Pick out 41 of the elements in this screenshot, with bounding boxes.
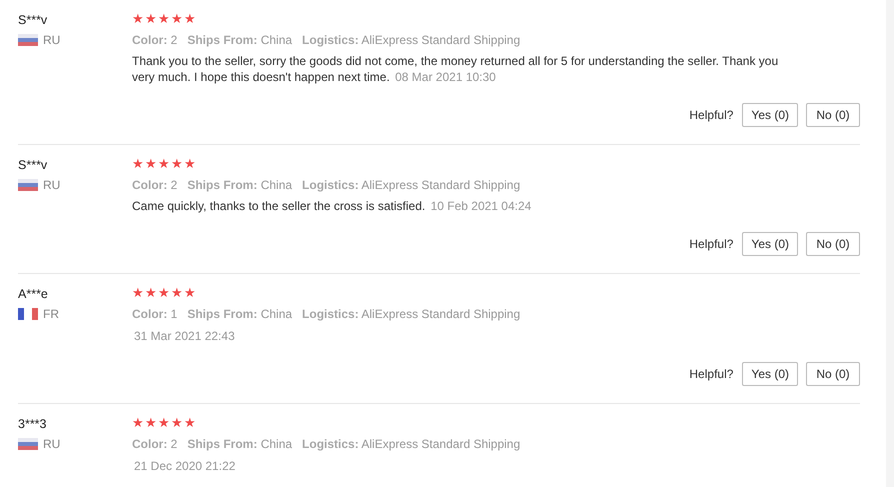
yes-button[interactable]: Yes (0) — [742, 362, 798, 386]
helpful-label: Helpful? — [689, 237, 734, 251]
country-code: RU — [43, 437, 60, 451]
flag-icon — [18, 34, 38, 46]
product-attribute: Ships From: China — [187, 177, 292, 193]
country-code: RU — [43, 33, 60, 47]
product-attribute: Logistics: AliExpress Standard Shipping — [302, 32, 520, 48]
no-button[interactable]: No (0) — [806, 362, 860, 386]
review-date: 21 Dec 2020 21:22 — [134, 458, 236, 474]
star-rating: ★★★★★ — [132, 415, 196, 431]
product-attribute: Color: 2 — [132, 177, 178, 193]
no-button[interactable]: No (0) — [806, 103, 860, 127]
no-button[interactable]: No (0) — [806, 232, 860, 256]
product-attribute: Logistics: AliExpress Standard Shipping — [302, 177, 520, 193]
product-attribute: Color: 1 — [132, 306, 178, 322]
user-name: 3***3 — [18, 416, 48, 432]
star-rating: ★★★★★ — [132, 285, 196, 301]
user-name: A***e — [18, 286, 49, 302]
review-text: Came quickly, thanks to the seller the cross is satisfied. 10 Feb 2021 04:24 — [132, 198, 532, 214]
flag-icon — [18, 438, 38, 450]
product-attribute: Logistics: AliExpress Standard Shipping — [302, 306, 520, 322]
star-rating: ★★★★★ — [132, 156, 196, 172]
flag-icon — [18, 308, 38, 320]
helpful-label: Helpful? — [689, 108, 734, 122]
yes-button[interactable]: Yes (0) — [742, 103, 798, 127]
product-attribute: Ships From: China — [187, 436, 292, 452]
product-attribute: Logistics: AliExpress Standard Shipping — [302, 436, 520, 452]
product-attribute: Color: 2 — [132, 32, 178, 48]
yes-button[interactable]: Yes (0) — [742, 232, 798, 256]
product-attribute: Ships From: China — [187, 306, 292, 322]
review-date: 31 Mar 2021 22:43 — [134, 328, 236, 344]
user-name: S***v — [18, 12, 48, 28]
product-attribute: Color: 2 — [132, 436, 178, 452]
product-attribute: Ships From: China — [187, 32, 292, 48]
country-code: FR — [43, 307, 59, 321]
flag-icon — [18, 179, 38, 191]
country-code: RU — [43, 178, 60, 192]
helpful-label: Helpful? — [689, 367, 734, 381]
review-text: Thank you to the seller, sorry the goods did not come, the money returned all for 5 for understanding the seller. Thank you very much. I hope this doesn't happen next time. 08 Mar 2021 10:30 — [132, 53, 780, 85]
star-rating: ★★★★★ — [132, 11, 196, 27]
user-name: S***v — [18, 157, 48, 173]
